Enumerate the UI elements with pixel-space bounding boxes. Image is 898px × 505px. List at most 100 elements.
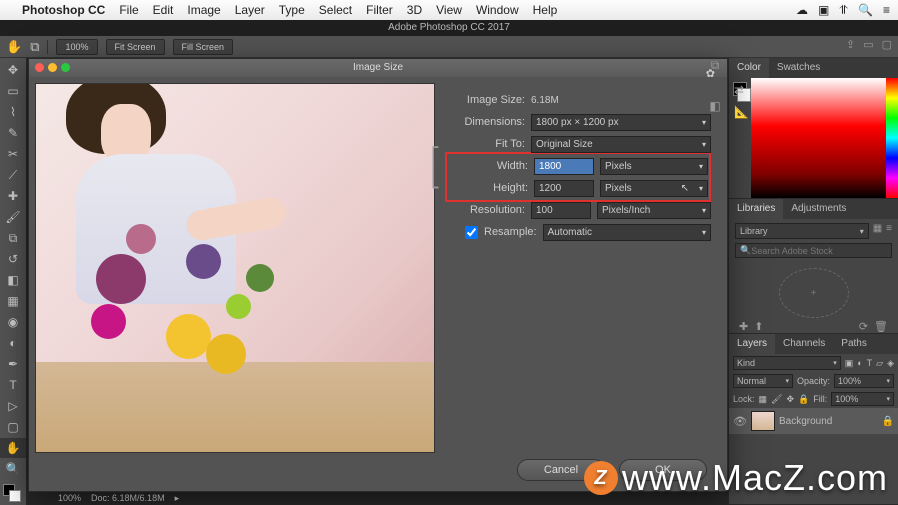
sync-icon[interactable]: ⟳ bbox=[859, 320, 868, 333]
move-tool[interactable]: ✥ bbox=[0, 60, 26, 80]
fill-screen-button[interactable]: Fill Screen bbox=[173, 39, 234, 55]
layer-thumbnail[interactable] bbox=[751, 411, 775, 431]
tab-layers[interactable]: Layers bbox=[729, 334, 775, 354]
fit-to-select[interactable]: Original Size bbox=[531, 136, 711, 153]
tab-channels[interactable]: Channels bbox=[775, 334, 833, 354]
lock-trans-icon[interactable]: ▦ bbox=[759, 394, 768, 405]
list-view-icon[interactable]: ≡ bbox=[886, 223, 892, 239]
grid-view-icon[interactable]: ▦ bbox=[873, 223, 882, 239]
visibility-icon[interactable]: 👁 bbox=[733, 415, 747, 428]
library-search[interactable]: 🔍 Search Adobe Stock bbox=[735, 243, 892, 258]
tab-adjustments[interactable]: Adjustments bbox=[783, 199, 854, 219]
history-brush-tool[interactable]: ↺ bbox=[0, 249, 26, 269]
gradient-tool[interactable]: ▦ bbox=[0, 291, 26, 311]
dimensions-value[interactable]: 1800 px × 1200 px bbox=[531, 114, 711, 131]
status-arrow-icon[interactable]: ▸ bbox=[175, 493, 180, 504]
lock-all-icon[interactable]: 🔒 bbox=[798, 394, 809, 405]
eyedropper-tool[interactable]: ⟋ bbox=[0, 165, 26, 185]
height-unit-select[interactable]: Pixels↖ bbox=[600, 180, 708, 197]
brush-tool[interactable]: 🖌 bbox=[0, 207, 26, 227]
menu-help[interactable]: Help bbox=[533, 3, 558, 17]
eraser-tool[interactable]: ◧ bbox=[0, 270, 26, 290]
ok-button[interactable]: OK bbox=[619, 459, 707, 481]
color-swatch[interactable] bbox=[0, 484, 26, 504]
height-input[interactable] bbox=[534, 180, 594, 197]
lock-icon[interactable]: 🔒 bbox=[882, 416, 894, 427]
share-icon[interactable]: ⇪ bbox=[846, 38, 855, 51]
library-select[interactable]: Library bbox=[735, 223, 869, 239]
display-icon[interactable]: ▣ bbox=[818, 3, 829, 18]
width-unit-select[interactable]: Pixels bbox=[600, 158, 708, 175]
quick-select-tool[interactable]: ✎ bbox=[0, 123, 26, 143]
hue-slider[interactable] bbox=[886, 78, 898, 198]
menu-view[interactable]: View bbox=[436, 3, 462, 17]
status-doc[interactable]: Doc: 6.18M/6.18M bbox=[91, 493, 165, 503]
upload-icon[interactable]: ⬆ bbox=[754, 320, 763, 333]
history-tab-icon[interactable]: ⧉ bbox=[711, 58, 720, 73]
menu-filter[interactable]: Filter bbox=[366, 3, 393, 17]
ruler-icon[interactable]: ⇄ bbox=[734, 83, 749, 97]
properties-tab-icon[interactable]: ◧ bbox=[709, 99, 720, 113]
library-drop-zone[interactable]: + bbox=[779, 268, 849, 318]
filter-shape-icon[interactable]: ▱ bbox=[876, 358, 883, 369]
resolution-unit-select[interactable]: Pixels/Inch bbox=[597, 202, 711, 219]
dialog-title-bar[interactable]: Image Size bbox=[29, 59, 727, 77]
cancel-button[interactable]: Cancel bbox=[517, 459, 605, 481]
width-input[interactable] bbox=[534, 158, 594, 175]
healing-tool[interactable]: ✚ bbox=[0, 186, 26, 206]
fill-value[interactable]: 100% bbox=[831, 392, 894, 406]
layer-kind-select[interactable]: Kind bbox=[733, 356, 841, 370]
maximize-icon[interactable] bbox=[61, 63, 70, 72]
menu-image[interactable]: Image bbox=[187, 3, 220, 17]
close-icon[interactable] bbox=[35, 63, 44, 72]
minimize-icon[interactable] bbox=[48, 63, 57, 72]
shape-tool[interactable]: ▢ bbox=[0, 417, 26, 437]
marquee-tool[interactable]: ▭ bbox=[0, 81, 26, 101]
menu-file[interactable]: File bbox=[119, 3, 138, 17]
menu-select[interactable]: Select bbox=[319, 3, 352, 17]
hand-tool[interactable]: ✋ bbox=[0, 438, 26, 458]
add-icon[interactable]: ✚ bbox=[739, 320, 748, 333]
blend-mode-select[interactable]: Normal bbox=[733, 374, 793, 388]
status-zoom[interactable]: 100% bbox=[58, 493, 81, 503]
workspace-icon[interactable]: ▢ bbox=[882, 38, 892, 51]
resample-checkbox[interactable] bbox=[465, 226, 478, 239]
trash-icon[interactable]: 🗑 bbox=[874, 320, 888, 333]
menu-type[interactable]: Type bbox=[279, 3, 305, 17]
fit-screen-button[interactable]: Fit Screen bbox=[106, 39, 165, 55]
menu-window[interactable]: Window bbox=[476, 3, 519, 17]
wifi-icon[interactable]: ⥣ bbox=[839, 3, 848, 18]
zoom-value[interactable]: 100% bbox=[56, 39, 97, 55]
path-tool[interactable]: ▷ bbox=[0, 396, 26, 416]
lasso-tool[interactable]: ⌇ bbox=[0, 102, 26, 122]
scroll-all-icon[interactable]: ⧉ bbox=[30, 39, 39, 55]
color-picker[interactable] bbox=[751, 78, 886, 198]
menu-layer[interactable]: Layer bbox=[235, 3, 265, 17]
cloud-icon[interactable]: ☁ bbox=[796, 3, 808, 18]
image-preview[interactable] bbox=[35, 83, 435, 453]
filter-image-icon[interactable]: ▣ bbox=[845, 358, 854, 369]
dodge-tool[interactable]: ◐ bbox=[0, 333, 26, 353]
filter-type-icon[interactable]: T bbox=[867, 358, 873, 368]
blur-tool[interactable]: ◉ bbox=[0, 312, 26, 332]
type-tool[interactable]: T bbox=[0, 375, 26, 395]
resample-select[interactable]: Automatic bbox=[543, 224, 711, 241]
arrange-icon[interactable]: ▭ bbox=[863, 38, 873, 51]
zoom-tool[interactable]: 🔍 bbox=[0, 459, 26, 479]
constrain-icon[interactable]: 📐 bbox=[734, 105, 749, 119]
tab-paths[interactable]: Paths bbox=[833, 334, 875, 354]
tab-swatches[interactable]: Swatches bbox=[769, 58, 828, 78]
resolution-input[interactable] bbox=[531, 202, 591, 219]
menu-3d[interactable]: 3D bbox=[407, 3, 422, 17]
hand-tool-icon[interactable]: ✋ bbox=[6, 39, 22, 55]
menu-edit[interactable]: Edit bbox=[153, 3, 174, 17]
lock-pixels-icon[interactable]: 🖌 bbox=[771, 394, 782, 405]
tab-libraries[interactable]: Libraries bbox=[729, 199, 783, 219]
pen-tool[interactable]: ✒ bbox=[0, 354, 26, 374]
layer-background[interactable]: 👁 Background 🔒 bbox=[729, 408, 898, 434]
spotlight-icon[interactable]: 🔍 bbox=[858, 3, 873, 18]
crop-tool[interactable]: ✂ bbox=[0, 144, 26, 164]
filter-smart-icon[interactable]: ◈ bbox=[887, 358, 894, 369]
opacity-value[interactable]: 100% bbox=[834, 374, 894, 388]
link-icon[interactable]: ⎡⎣ bbox=[431, 147, 440, 189]
